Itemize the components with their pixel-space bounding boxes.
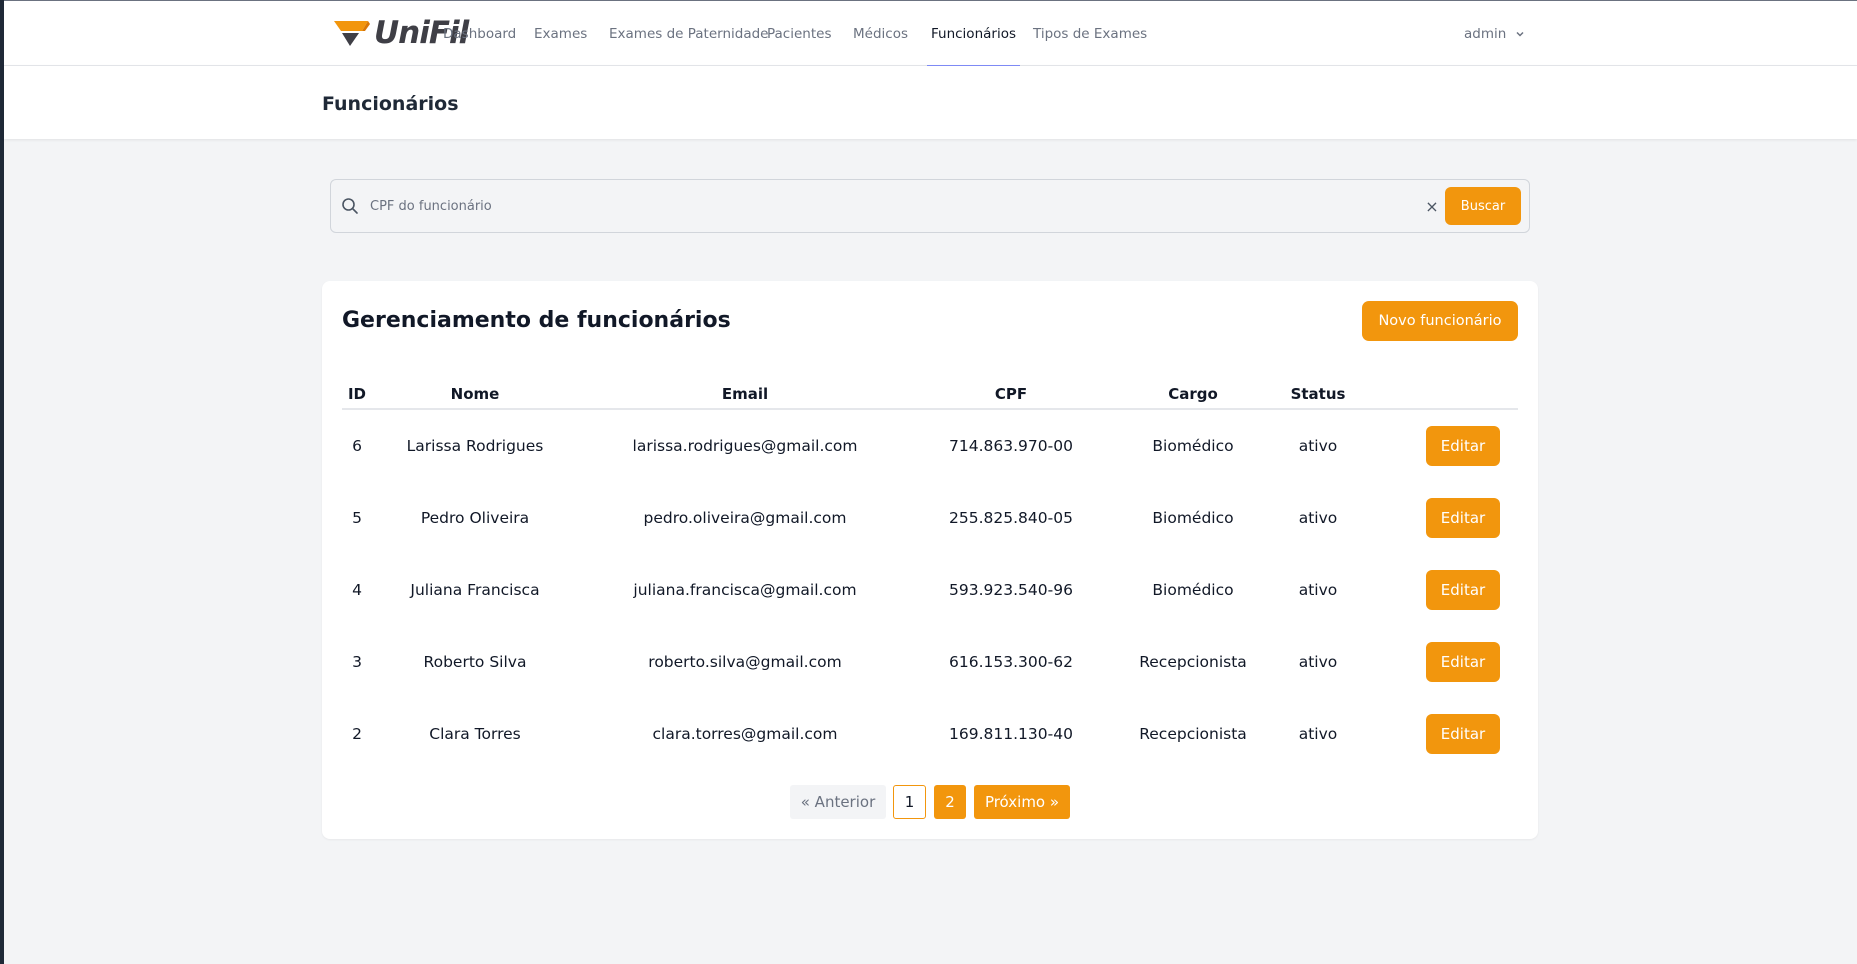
edit-button[interactable]: Editar (1426, 426, 1500, 466)
nav-link-exames[interactable]: Exames (534, 1, 587, 66)
cell-id: 5 (352, 509, 362, 527)
pagination-page-2[interactable]: 2 (934, 785, 966, 819)
column-header-nome: Nome (450, 385, 500, 403)
nav-link-medicos[interactable]: Médicos (853, 1, 908, 66)
cell-cargo: Biomédico (1152, 509, 1234, 527)
cell-id: 6 (352, 437, 362, 455)
search-button[interactable]: Buscar (1445, 187, 1521, 225)
table-row: 4 Juliana Francisca juliana.francisca@gm… (342, 554, 1518, 626)
cell-nome: Clara Torres (429, 725, 521, 743)
search-icon (342, 198, 358, 214)
cell-status: ativo (1298, 725, 1338, 743)
nav-link-pacientes[interactable]: Pacientes (767, 1, 831, 66)
pagination-next-button[interactable]: Próximo » (974, 785, 1070, 819)
search-bar: × Buscar (330, 179, 1530, 233)
edit-button[interactable]: Editar (1426, 570, 1500, 610)
edit-button[interactable]: Editar (1426, 498, 1500, 538)
cell-cargo: Biomédico (1152, 581, 1234, 599)
employees-card: Gerenciamento de funcionários Novo funci… (322, 281, 1538, 839)
table-row: 5 Pedro Oliveira pedro.oliveira@gmail.co… (342, 482, 1518, 554)
cell-cargo: Recepcionista (1139, 653, 1247, 671)
clear-icon[interactable]: × (1422, 196, 1442, 216)
user-menu[interactable]: admin (1464, 1, 1525, 66)
new-employee-button[interactable]: Novo funcionário (1362, 301, 1518, 341)
column-header-email: Email (721, 385, 769, 403)
chevron-down-icon (1516, 31, 1524, 37)
cell-cpf: 593.923.540-96 (949, 581, 1073, 599)
edit-button[interactable]: Editar (1426, 714, 1500, 754)
nav-link-exames-de-paternidade[interactable]: Exames de Paternidade (609, 1, 768, 66)
column-header-status: Status (1290, 385, 1346, 403)
table-row: 2 Clara Torres clara.torres@gmail.com 16… (342, 698, 1518, 770)
page-title: Funcionários (322, 93, 459, 115)
cell-nome: Larissa Rodrigues (406, 437, 544, 455)
cell-status: ativo (1298, 653, 1338, 671)
pagination-previous-button[interactable]: « Anterior (790, 785, 886, 819)
cell-cpf: 169.811.130-40 (949, 725, 1073, 743)
table-row: 3 Roberto Silva roberto.silva@gmail.com … (342, 626, 1518, 698)
cell-cpf: 255.825.840-05 (949, 509, 1073, 527)
employees-table: ID Nome Email CPF Cargo Status 6 Larissa… (342, 383, 1518, 770)
cell-nome: Pedro Oliveira (420, 509, 530, 527)
cell-email: larissa.rodrigues@gmail.com (632, 437, 858, 455)
page-header: Funcionários (4, 66, 1857, 139)
search-input[interactable] (370, 190, 1390, 222)
table-row: 6 Larissa Rodrigues larissa.rodrigues@gm… (342, 410, 1518, 482)
cell-id: 2 (352, 725, 362, 743)
edit-button[interactable]: Editar (1426, 642, 1500, 682)
user-name: admin (1464, 25, 1507, 42)
cell-cargo: Biomédico (1152, 437, 1234, 455)
cell-nome: Juliana Francisca (410, 581, 540, 599)
column-header-cpf: CPF (994, 385, 1028, 403)
cell-cpf: 714.863.970-00 (949, 437, 1073, 455)
pagination: « Anterior 1 2 Próximo » (322, 785, 1538, 819)
nav-link-funcionarios[interactable]: Funcionários (927, 1, 1020, 67)
nav-link-tipos-de-exames[interactable]: Tipos de Exames (1033, 1, 1147, 66)
cell-nome: Roberto Silva (423, 653, 527, 671)
cell-status: ativo (1298, 437, 1338, 455)
window-left-border (0, 0, 4, 964)
cell-email: pedro.oliveira@gmail.com (643, 509, 847, 527)
pagination-page-1[interactable]: 1 (893, 785, 926, 819)
unifil-logo-icon (334, 21, 370, 46)
cell-id: 4 (352, 581, 362, 599)
cell-cargo: Recepcionista (1139, 725, 1247, 743)
cell-status: ativo (1298, 581, 1338, 599)
cell-id: 3 (352, 653, 362, 671)
cell-email: clara.torres@gmail.com (652, 725, 838, 743)
cell-email: juliana.francisca@gmail.com (633, 581, 857, 599)
cell-status: ativo (1298, 509, 1338, 527)
card-title: Gerenciamento de funcionários (342, 308, 731, 333)
column-header-cargo: Cargo (1168, 385, 1218, 403)
table-header-row: ID Nome Email CPF Cargo Status (342, 383, 1518, 410)
column-header-id: ID (347, 385, 367, 403)
cell-cpf: 616.153.300-62 (949, 653, 1073, 671)
top-navbar: UniFil Dashboard Exames Exames de Patern… (4, 1, 1857, 67)
cell-email: roberto.silva@gmail.com (648, 653, 842, 671)
nav-link-dashboard[interactable]: Dashboard (443, 1, 516, 66)
